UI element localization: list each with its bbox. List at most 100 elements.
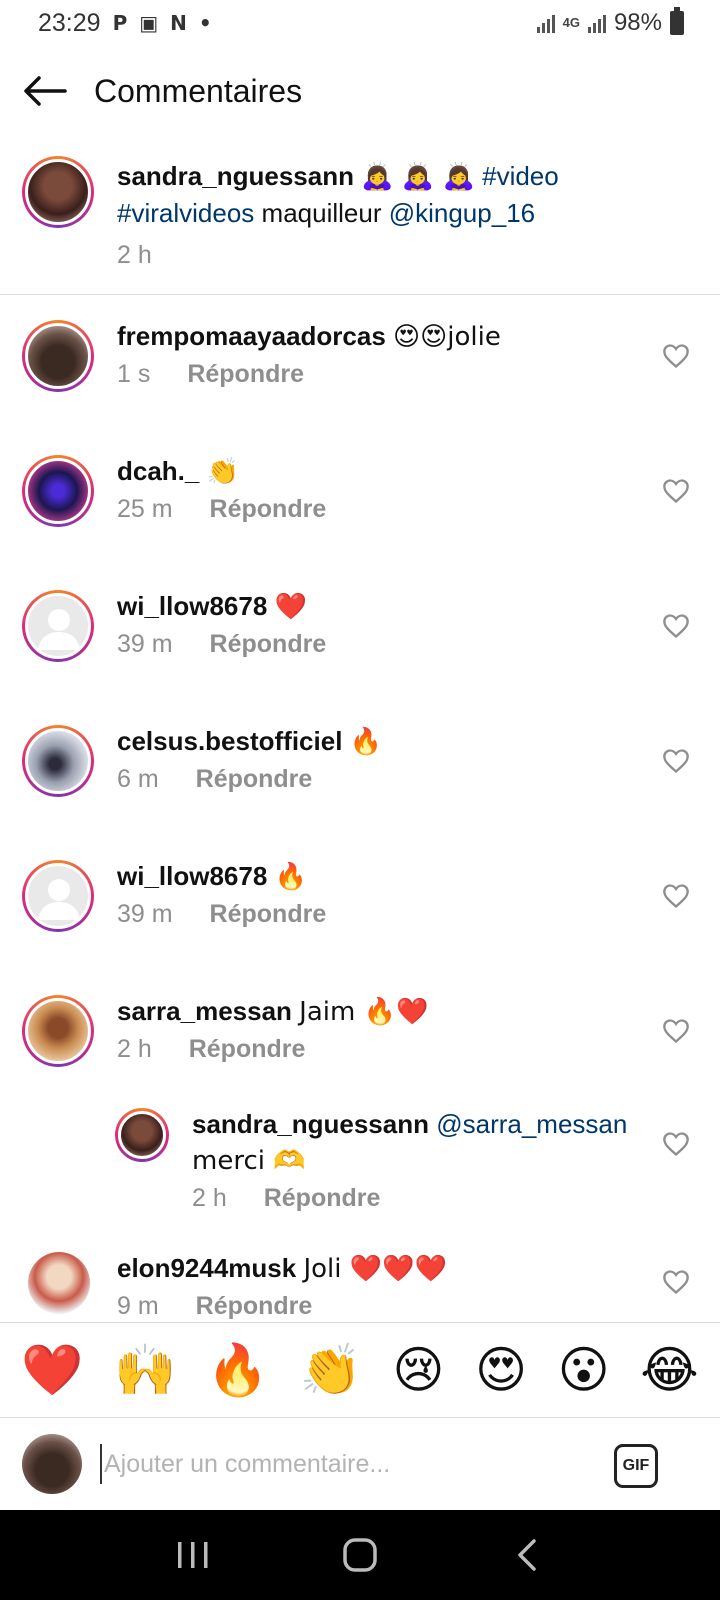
- reply-button[interactable]: Répondre: [264, 1184, 381, 1212]
- page-title: Commentaires: [94, 72, 303, 109]
- like-heart-icon[interactable]: [662, 1018, 690, 1044]
- avatar[interactable]: [22, 320, 94, 392]
- hashtag-link[interactable]: #viralvideos: [117, 198, 254, 228]
- comment-username[interactable]: wi_llow8678: [117, 861, 267, 891]
- comment-item: celsus.bestofficiel 🔥 6 m Répondre: [0, 723, 720, 813]
- comment-text: frempomaayaadorcas 😍😍jolie: [117, 318, 501, 355]
- comment-time: 25 m: [117, 495, 173, 523]
- comment-item: elon9244musk Joli ❤️❤️❤️ 9 m Répondre: [0, 1250, 720, 1322]
- comment-username[interactable]: celsus.bestofficiel: [117, 726, 342, 756]
- caption-emojis: 🙇‍♀️ 🙇‍♀️ 🙇‍♀️: [361, 162, 475, 192]
- avatar[interactable]: [22, 995, 94, 1067]
- comment-text: celsus.bestofficiel 🔥: [117, 723, 382, 760]
- avatar[interactable]: [22, 590, 94, 662]
- like-heart-icon[interactable]: [662, 883, 690, 909]
- comment-username[interactable]: frempomaayaadorcas: [117, 321, 386, 351]
- avatar[interactable]: [22, 156, 94, 228]
- comment-input[interactable]: [100, 1444, 580, 1484]
- comment-meta: 1 s Répondre: [117, 360, 304, 389]
- comment-meta: 39 m Répondre: [117, 630, 326, 659]
- emoji-heart-button[interactable]: ❤️: [21, 1340, 83, 1400]
- comment-item: dcah._ 👏 25 m Répondre: [0, 453, 720, 543]
- reply-button[interactable]: Répondre: [196, 1292, 313, 1320]
- reply-button[interactable]: Répondre: [210, 495, 327, 523]
- comment-meta: 2 h Répondre: [192, 1184, 380, 1213]
- comment-body: 🔥: [274, 862, 307, 892]
- signal-icon-2: [587, 13, 606, 33]
- like-heart-icon[interactable]: [662, 1131, 690, 1157]
- comment-username[interactable]: sarra_messan: [117, 996, 292, 1026]
- reply-button[interactable]: Répondre: [196, 765, 313, 793]
- like-heart-icon[interactable]: [662, 748, 690, 774]
- hashtag-link[interactable]: #video: [482, 161, 559, 191]
- comment-body: 🔥: [349, 727, 383, 757]
- notification-gallery-icon: ▣: [139, 11, 159, 35]
- recent-apps-icon[interactable]: [163, 1525, 223, 1585]
- avatar[interactable]: [22, 860, 94, 932]
- back-nav-icon[interactable]: [497, 1525, 557, 1585]
- gif-button[interactable]: GIF: [614, 1444, 658, 1488]
- current-user-avatar: [22, 1434, 82, 1494]
- emoji-surprised-button[interactable]: 😮: [558, 1340, 610, 1400]
- caption-username[interactable]: sandra_nguessann: [117, 161, 354, 191]
- reply-button[interactable]: Répondre: [189, 1035, 306, 1063]
- like-heart-icon[interactable]: [662, 1269, 690, 1295]
- comment-username[interactable]: wi_llow8678: [117, 591, 267, 621]
- emoji-crying-button[interactable]: 😢: [392, 1340, 444, 1400]
- comment-text: sandra_nguessann @sarra_messan merci 🫶: [192, 1106, 642, 1179]
- avatar[interactable]: [22, 725, 94, 797]
- comment-username[interactable]: sandra_nguessann: [192, 1109, 429, 1139]
- comment-username[interactable]: dcah._: [117, 456, 199, 486]
- comment-time: 2 h: [192, 1184, 227, 1212]
- comment-meta: 39 m Répondre: [117, 900, 326, 929]
- emoji-clap-button[interactable]: 👏: [300, 1340, 362, 1400]
- default-avatar-icon: [38, 879, 80, 920]
- avatar[interactable]: [28, 1252, 90, 1314]
- comment-text: wi_llow8678 ❤️: [117, 588, 307, 625]
- comment-item: sarra_messan Jaim 🔥❤️ 2 h Répondre: [0, 993, 720, 1083]
- header: Commentaires: [0, 56, 720, 126]
- emoji-quick-bar: ❤️ 🙌 🔥 👏 😢 😍 😮 😂: [0, 1322, 720, 1418]
- comment-time: 39 m: [117, 900, 173, 928]
- like-heart-icon[interactable]: [662, 613, 690, 639]
- default-avatar-icon: [38, 609, 80, 650]
- comment-text: elon9244musk Joli ❤️❤️❤️: [117, 1250, 447, 1287]
- system-nav-bar: [0, 1510, 720, 1600]
- comment-username[interactable]: elon9244musk: [117, 1253, 296, 1283]
- signal-icon: [536, 13, 555, 33]
- emoji-fire-button[interactable]: 🔥: [207, 1340, 269, 1400]
- mention-link[interactable]: @kingup_16: [389, 198, 535, 228]
- comment-meta: 25 m Répondre: [117, 495, 326, 524]
- notification-dot-icon: •: [198, 11, 212, 35]
- comment-time: 39 m: [117, 630, 173, 658]
- avatar[interactable]: [22, 455, 94, 527]
- comment-text: wi_llow8678 🔥: [117, 858, 307, 895]
- reply-button[interactable]: Répondre: [210, 630, 327, 658]
- comment-body: 😍😍jolie: [393, 322, 501, 352]
- comment-time: 1 s: [117, 360, 151, 388]
- comment-body: merci 🫶: [192, 1146, 306, 1176]
- comment-item: wi_llow8678 🔥 39 m Répondre: [0, 858, 720, 948]
- battery-icon: [670, 7, 684, 35]
- network-type: 4G: [562, 15, 580, 30]
- home-icon[interactable]: [330, 1525, 390, 1585]
- reply-button[interactable]: Répondre: [187, 360, 304, 388]
- notification-n-icon: N: [170, 11, 187, 35]
- comment-body: 👏: [206, 457, 239, 487]
- like-heart-icon[interactable]: [662, 478, 690, 504]
- like-heart-icon[interactable]: [662, 343, 690, 369]
- reply-button[interactable]: Répondre: [210, 900, 327, 928]
- emoji-heart-eyes-button[interactable]: 😍: [475, 1340, 527, 1400]
- emoji-raised-hands-button[interactable]: 🙌: [114, 1340, 176, 1400]
- mention-link[interactable]: @sarra_messan: [436, 1109, 627, 1139]
- comment-body: Joli ❤️❤️❤️: [303, 1254, 447, 1284]
- comment-input-bar: GIF: [0, 1418, 720, 1510]
- comment-body: Jaim 🔥❤️: [299, 997, 429, 1027]
- avatar[interactable]: [115, 1108, 169, 1162]
- back-arrow-icon[interactable]: [22, 68, 68, 114]
- comment-item: frempomaayaadorcas 😍😍jolie 1 s Répondre: [0, 318, 720, 408]
- emoji-laughing-button[interactable]: 😂: [640, 1340, 698, 1400]
- comment-time: 9 m: [117, 1292, 159, 1320]
- comment-time: 2 h: [117, 1035, 152, 1063]
- caption-time: 2 h: [117, 241, 152, 269]
